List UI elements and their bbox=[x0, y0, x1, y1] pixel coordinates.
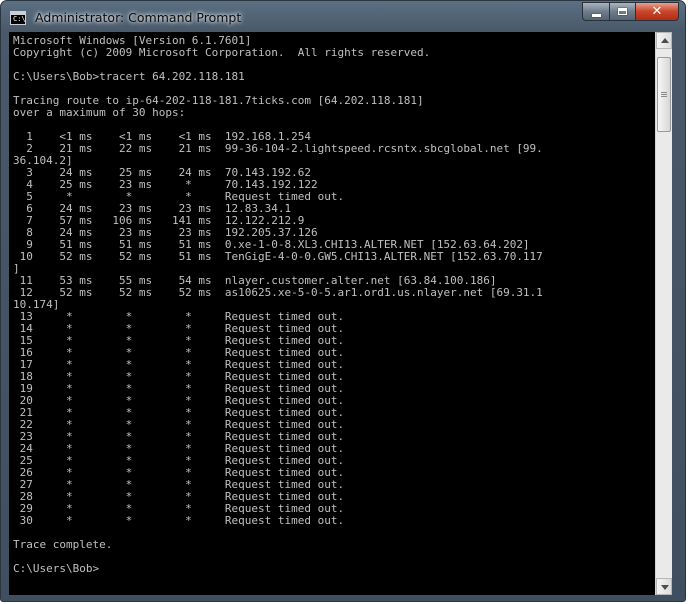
console-line: 30 * * * Request timed out. bbox=[13, 514, 345, 527]
title-bar[interactable]: C:\ Administrator: Command Prompt ✕ bbox=[1, 1, 685, 34]
minimize-icon bbox=[591, 13, 601, 17]
cmd-icon-glyph: C:\ bbox=[13, 15, 26, 23]
command-prompt-window: C:\ Administrator: Command Prompt ✕ Micr… bbox=[0, 0, 686, 602]
console-line: 10 52 ms 52 ms 51 ms TenGigE-4-0-0.GW5.C… bbox=[13, 250, 543, 263]
window-controls: ✕ bbox=[582, 2, 679, 22]
grip-line bbox=[661, 92, 667, 93]
console-line: over a maximum of 30 hops: bbox=[13, 106, 186, 119]
window-title: Administrator: Command Prompt bbox=[35, 10, 242, 25]
cmd-icon[interactable]: C:\ bbox=[10, 11, 26, 25]
console-line: Copyright (c) 2009 Microsoft Corporation… bbox=[13, 46, 431, 59]
close-icon: ✕ bbox=[651, 4, 663, 19]
console-line: C:\Users\Bob> bbox=[13, 562, 100, 575]
console-text: Microsoft Windows [Version 6.1.7601] Cop… bbox=[9, 32, 655, 575]
console-line: 2 21 ms 22 ms 21 ms 99-36-104-2.lightspe… bbox=[13, 142, 543, 155]
grip-line bbox=[661, 94, 667, 95]
console-line: C:\Users\Bob>tracert 64.202.118.181 bbox=[13, 70, 245, 83]
console-line: 12 52 ms 52 ms 52 ms as10625.xe-5-0-5.ar… bbox=[13, 286, 543, 299]
console-line: Trace complete. bbox=[13, 538, 113, 551]
maximize-button[interactable] bbox=[609, 2, 635, 21]
grip-line bbox=[661, 96, 667, 97]
vertical-scrollbar[interactable] bbox=[655, 32, 672, 595]
minimize-button[interactable] bbox=[582, 2, 609, 21]
close-button[interactable]: ✕ bbox=[635, 2, 679, 21]
maximize-icon bbox=[618, 8, 627, 15]
scrollbar-thumb[interactable] bbox=[657, 57, 671, 132]
arrow-up-icon[interactable] bbox=[656, 32, 672, 49]
arrow-down-icon[interactable] bbox=[656, 578, 672, 595]
console-output[interactable]: Microsoft Windows [Version 6.1.7601] Cop… bbox=[9, 32, 655, 595]
